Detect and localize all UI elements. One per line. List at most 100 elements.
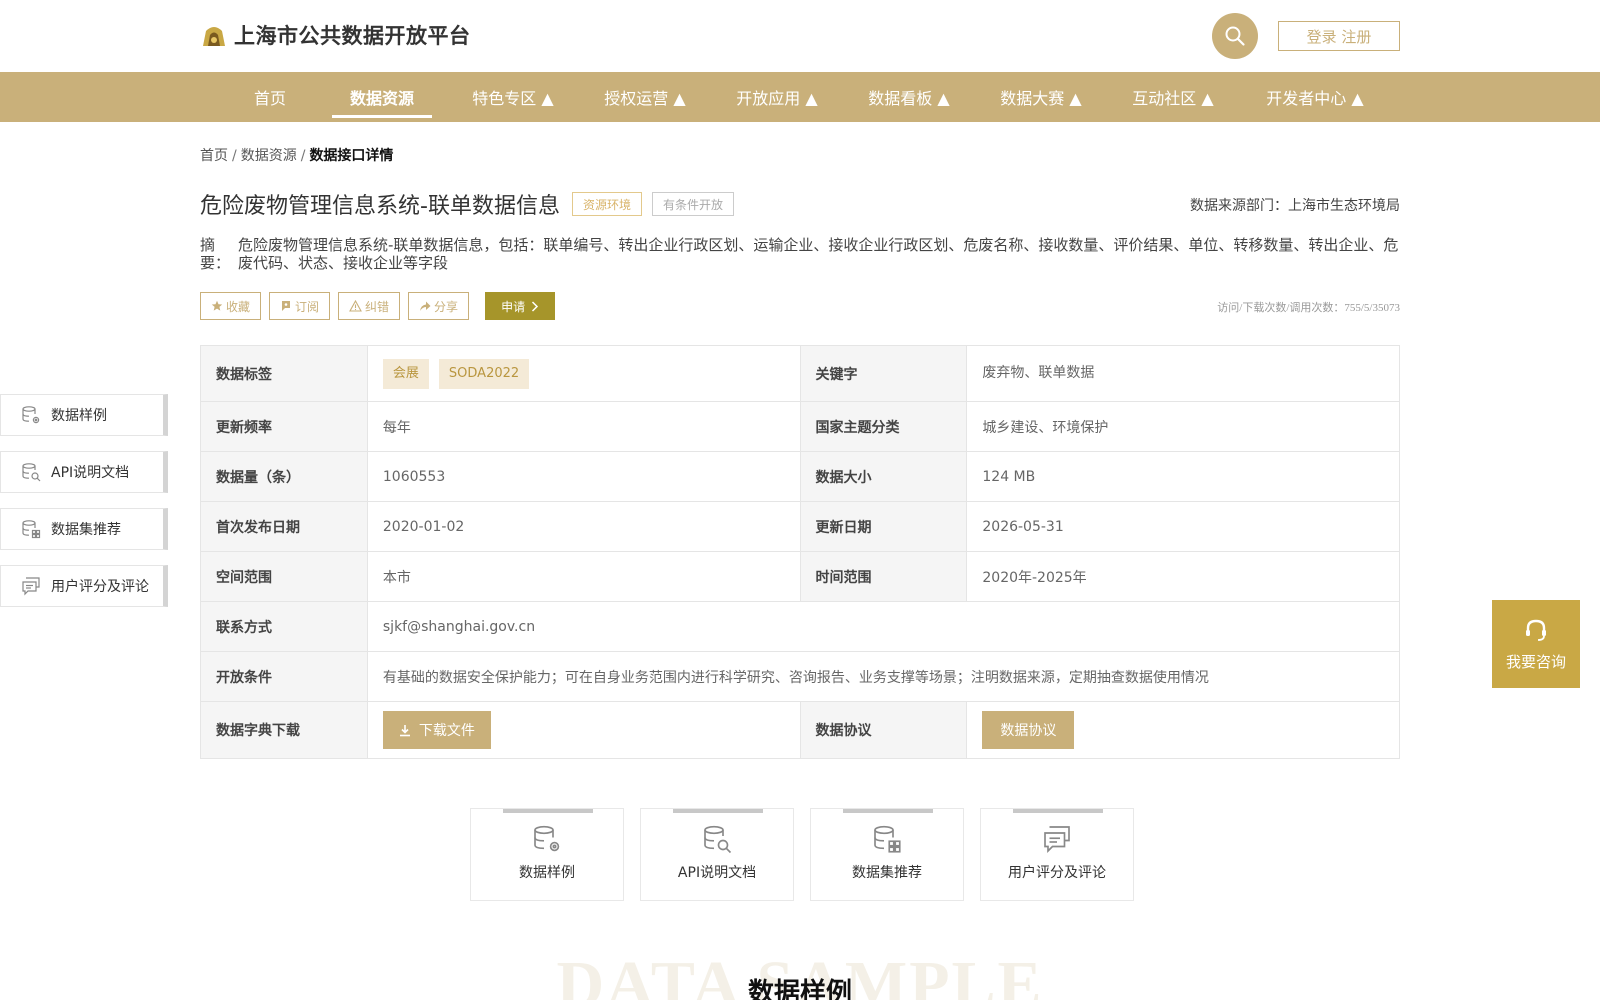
card-dataset-recommend[interactable]: 数据集推荐 — [810, 808, 964, 901]
star-icon — [211, 300, 223, 311]
table-label: 国家主题分类 — [799, 401, 968, 452]
data-tag[interactable]: SODA2022 — [438, 358, 530, 389]
table-row: 更新频率 每年 国家主题分类 城乡建设、环境保护 — [200, 401, 1400, 452]
database-grid-icon — [22, 520, 41, 539]
logo-icon — [203, 27, 225, 46]
nav-item-community[interactable]: 互动社区 ▲ — [1118, 72, 1228, 122]
table-row: 空间范围 本市 时间范围 2020年-2025年 — [200, 551, 1400, 602]
side-item-data-sample[interactable]: 数据样例 — [0, 394, 168, 436]
card-label: API说明文档 — [677, 865, 757, 881]
table-row: 数据量（条） 1060553 数据大小 124 MB — [200, 451, 1400, 502]
side-item-ratings-comments[interactable]: 用户评分及评论 — [0, 565, 168, 607]
comment-icon — [1044, 826, 1070, 853]
dict-download-cell: 下载文件 — [366, 701, 801, 759]
nav-item-contest[interactable]: 数据大赛 ▲ — [986, 72, 1096, 122]
login-register-button[interactable]: 登录 注册 — [1278, 21, 1400, 51]
subscribe-button[interactable]: 订阅 — [269, 292, 331, 320]
collect-label: 收藏 — [226, 299, 251, 314]
table-label: 时间范围 — [799, 551, 968, 602]
share-label: 分享 — [434, 299, 459, 314]
card-data-sample[interactable]: 数据样例 — [470, 808, 624, 901]
comment-icon — [22, 577, 40, 596]
search-button[interactable] — [1212, 13, 1258, 59]
table-label: 更新频率 — [200, 401, 368, 452]
search-icon — [1225, 26, 1245, 46]
nav-item-open-apps[interactable]: 开放应用 ▲ — [722, 72, 832, 122]
side-item-label: API说明文档 — [51, 465, 130, 481]
card-label: 用户评分及评论 — [1008, 865, 1106, 881]
table-label: 更新日期 — [799, 501, 968, 552]
nav-item-dashboard[interactable]: 数据看板 ▲ — [854, 72, 964, 122]
first-publish-date-value: 2020-01-02 — [366, 501, 801, 552]
table-row: 数据字典下载 下载文件 数据协议 数据协议 — [200, 701, 1400, 759]
consult-button[interactable]: 我要咨询 — [1492, 600, 1580, 688]
table-label: 数据大小 — [799, 451, 968, 502]
breadcrumb-data-resources[interactable]: 数据资源 — [241, 148, 297, 164]
headset-icon — [1526, 619, 1546, 641]
action-bar: 收藏 订阅 纠错 分享 申请 — [200, 292, 556, 320]
card-label: 数据集推荐 — [852, 865, 922, 881]
correct-button[interactable]: 纠错 — [338, 292, 401, 320]
nav-item-data-resources[interactable]: 数据资源 — [332, 72, 432, 122]
table-label: 开放条件 — [200, 651, 368, 702]
apply-button[interactable]: 申请 — [485, 292, 556, 320]
nav-item-developer[interactable]: 开发者中心 ▲ — [1250, 72, 1380, 122]
apply-label: 申请 — [501, 299, 526, 314]
table-label: 数据量（条） — [200, 451, 368, 502]
data-size-value: 124 MB — [966, 451, 1400, 502]
download-file-label: 下载文件 — [418, 723, 475, 739]
table-row: 首次发布日期 2020-01-02 更新日期 2026-05-31 — [200, 501, 1400, 552]
nav-item-featured[interactable]: 特色专区 ▲ — [458, 72, 568, 122]
breadcrumb-current: 数据接口详情 — [309, 148, 394, 164]
access-stats: 访问/下载次数/调用次数：755/5/35073 — [1217, 302, 1400, 314]
agreement-cell: 数据协议 — [966, 701, 1400, 759]
nav-item-authorized-ops[interactable]: 授权运营 ▲ — [590, 72, 700, 122]
main-nav: 首页 数据资源 特色专区 ▲ 授权运营 ▲ 开放应用 ▲ 数据看板 ▲ 数据大赛… — [0, 72, 1600, 122]
theme-value: 城乡建设、环境保护 — [966, 401, 1400, 452]
section-cards: 数据样例 API说明文档 数据集推荐 用户评分及评论 — [470, 808, 1134, 901]
subscribe-label: 订阅 — [295, 299, 320, 314]
table-label: 首次发布日期 — [200, 501, 368, 552]
keywords-value: 废弃物、联单数据 — [966, 345, 1400, 402]
update-date-value: 2026-05-31 — [966, 501, 1400, 552]
table-row: 数据标签 会展 SODA2022 关键字 废弃物、联单数据 — [200, 345, 1400, 402]
side-item-api-doc[interactable]: API说明文档 — [0, 451, 168, 493]
chevron-right-icon — [532, 300, 539, 312]
abstract-label: 摘要： — [200, 236, 231, 272]
side-item-dataset-recommend[interactable]: 数据集推荐 — [0, 508, 168, 550]
table-row: 开放条件 有基础的数据安全保护能力；可在自身业务范围内进行科学研究、咨询报告、业… — [200, 651, 1401, 702]
side-nav: 数据样例 API说明文档 数据集推荐 用户评分及评论 — [0, 394, 168, 622]
warning-icon — [349, 300, 362, 312]
table-row: 联系方式 sjkf@shanghai.gov.cn — [200, 601, 1401, 652]
card-api-doc[interactable]: API说明文档 — [640, 808, 794, 901]
flag-icon — [282, 301, 291, 311]
site-logo[interactable]: 上海市公共数据开放平台 — [200, 20, 471, 50]
breadcrumb-separator: / — [232, 148, 237, 164]
breadcrumb-home[interactable]: 首页 — [200, 148, 228, 164]
download-icon — [399, 724, 410, 736]
side-item-label: 数据集推荐 — [51, 522, 121, 538]
source-department: 数据来源部门：上海市生态环境局 — [1190, 198, 1400, 214]
card-ratings-comments[interactable]: 用户评分及评论 — [980, 808, 1134, 901]
data-tag[interactable]: 会展 — [382, 358, 429, 389]
card-label: 数据样例 — [519, 865, 575, 881]
header: 上海市公共数据开放平台 登录 注册 — [0, 0, 1600, 72]
share-button[interactable]: 分享 — [408, 292, 470, 320]
collect-button[interactable]: 收藏 — [200, 292, 262, 320]
site-title: 上海市公共数据开放平台 — [234, 24, 471, 48]
breadcrumb: 首页 / 数据资源 / 数据接口详情 — [200, 145, 393, 165]
database-search-icon — [704, 825, 732, 854]
table-label: 数据字典下载 — [200, 701, 368, 759]
spatial-range-value: 本市 — [366, 551, 801, 602]
consult-label: 我要咨询 — [1505, 652, 1566, 671]
database-gear-icon — [22, 406, 40, 424]
table-label: 关键字 — [799, 345, 968, 402]
data-agreement-button[interactable]: 数据协议 — [982, 711, 1075, 749]
record-count-value: 1060553 — [366, 451, 801, 502]
download-file-button[interactable]: 下载文件 — [382, 711, 491, 749]
title-row: 危险废物管理信息系统-联单数据信息 资源环境 有条件开放 — [200, 188, 734, 220]
table-label: 空间范围 — [200, 551, 368, 602]
nav-item-home[interactable]: 首页 — [212, 72, 328, 122]
category-tag: 资源环境 — [571, 192, 642, 216]
database-grid-icon — [874, 825, 901, 853]
